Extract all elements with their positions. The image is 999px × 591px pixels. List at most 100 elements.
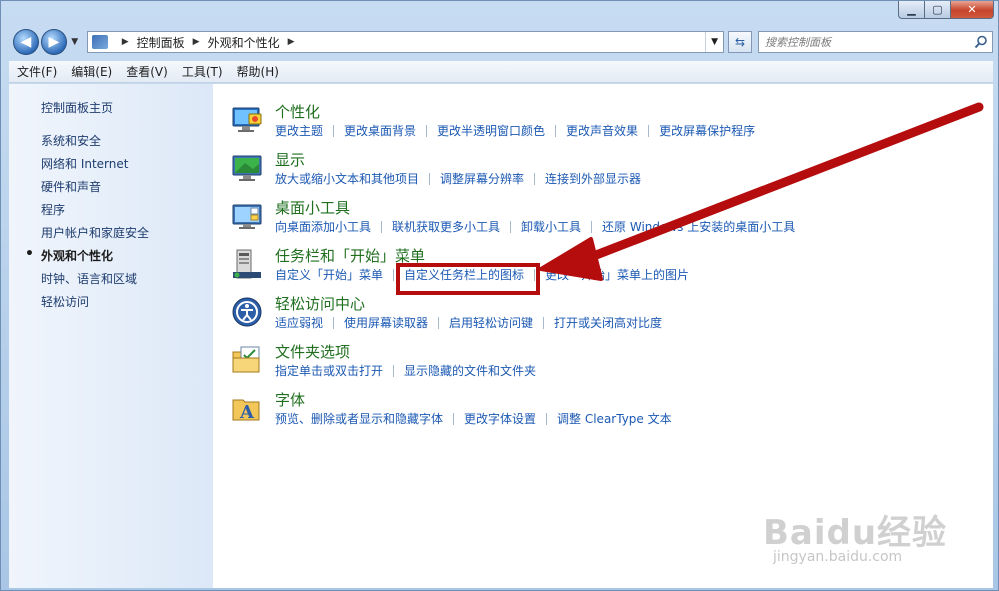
link-screen-reader[interactable]: 使用屏幕读取器 [344, 315, 428, 331]
menu-edit[interactable]: 编辑(E) [71, 63, 112, 80]
category-gadgets: 桌面小工具 向桌面添加小工具 联机获取更多小工具 卸载小工具 还原 Window… [231, 198, 971, 246]
taskbar-icon [233, 249, 261, 279]
link-access-keys[interactable]: 启用轻松访问键 [449, 315, 533, 331]
category-personalization: 个性化 更改主题 更改桌面背景 更改半透明窗口颜色 更改声音效果 更改屏幕保护程… [231, 102, 971, 150]
link-divider [438, 317, 440, 329]
link-low-vision[interactable]: 适应弱视 [275, 315, 323, 331]
category-title[interactable]: 字体 [275, 390, 971, 411]
link-change-theme[interactable]: 更改主题 [275, 123, 323, 139]
address-bar[interactable]: ▶ 控制面板 ▶ 外观和个性化 ▶ ▼ [86, 31, 725, 53]
link-start-menu-picture[interactable]: 更改「开始」菜单上的图片 [545, 267, 689, 283]
ease-of-access-icon [232, 297, 262, 327]
breadcrumb-separator-icon[interactable]: ▶ [122, 37, 129, 47]
menu-file[interactable]: 文件(F) [17, 63, 57, 80]
category-display: 显示 放大或缩小文本和其他项目 调整屏幕分辨率 连接到外部显示器 [231, 150, 971, 198]
sidebar-item-system-security[interactable]: 系统和安全 [41, 132, 149, 155]
link-divider [393, 365, 395, 377]
link-single-double-click[interactable]: 指定单击或双击打开 [275, 363, 383, 379]
display-icon [232, 155, 262, 181]
category-links: 预览、删除或者显示和隐藏字体 更改字体设置 调整 ClearType 文本 [275, 411, 971, 427]
link-divider [426, 125, 428, 137]
address-dropdown-icon[interactable]: ▼ [705, 32, 723, 52]
menu-tools[interactable]: 工具(T) [182, 63, 223, 80]
forward-button[interactable]: ▶ [40, 29, 67, 55]
link-divider [393, 269, 395, 281]
control-panel-icon [91, 35, 108, 49]
refresh-icon: ⇆ [734, 35, 746, 49]
baidu-watermark: Baidu经验 jingyan.baidu.com [763, 483, 963, 573]
sidebar-home-link[interactable]: 控制面板主页 [41, 99, 113, 116]
recent-pages-dropdown[interactable]: ▼ [69, 37, 81, 47]
link-preview-fonts[interactable]: 预览、删除或者显示和隐藏字体 [275, 411, 443, 427]
category-title[interactable]: 个性化 [275, 102, 971, 123]
navigation-bar: ◀ ▶ ▼ ▶ 控制面板 ▶ 外观和个性化 ▶ ▼ ⇆ [13, 29, 993, 55]
link-divider [543, 317, 545, 329]
link-screen-resolution[interactable]: 调整屏幕分辨率 [440, 171, 524, 187]
refresh-button[interactable]: ⇆ [728, 31, 752, 53]
sidebar-item-ease-of-access[interactable]: 轻松访问 [41, 293, 149, 316]
breadcrumb-appearance[interactable]: 外观和个性化 [208, 34, 280, 51]
watermark-url: jingyan.baidu.com [773, 549, 903, 565]
control-panel-window: ▁ ▢ ✕ ◀ ▶ ▼ ▶ 控制面板 ▶ 外观和个性化 ▶ ▼ ⇆ 搜索控制面板… [0, 0, 999, 591]
link-divider [546, 413, 548, 425]
watermark-logo: Baidu经验 [763, 513, 948, 553]
link-text-size[interactable]: 放大或缩小文本和其他项目 [275, 171, 419, 187]
close-button[interactable]: ✕ [950, 1, 994, 19]
svg-text:A: A [239, 402, 255, 423]
link-customize-start-menu[interactable]: 自定义「开始」菜单 [275, 267, 383, 283]
folder-options-icon [232, 346, 260, 373]
gadgets-icon [232, 204, 262, 229]
category-title[interactable]: 轻松访问中心 [275, 294, 971, 315]
link-restore-gadgets[interactable]: 还原 Windows 上安装的桌面小工具 [602, 219, 795, 235]
link-more-gadgets[interactable]: 联机获取更多小工具 [392, 219, 500, 235]
category-taskbar: 任务栏和「开始」菜单 自定义「开始」菜单 自定义任务栏上的图标 更改「开始」菜单… [231, 246, 971, 294]
caption-buttons: ▁ ▢ ✕ [898, 1, 994, 19]
link-divider [429, 173, 431, 185]
forward-arrow-icon: ▶ [48, 34, 60, 50]
breadcrumb-separator-icon[interactable]: ▶ [193, 37, 200, 47]
maximize-button[interactable]: ▢ [924, 1, 950, 19]
link-divider [591, 221, 593, 233]
menu-bar: 文件(F) 编辑(E) 查看(V) 工具(T) 帮助(H) [9, 61, 993, 83]
category-fonts: A 字体 预览、删除或者显示和隐藏字体 更改字体设置 调整 ClearType … [231, 390, 971, 438]
link-show-hidden-files[interactable]: 显示隐藏的文件和文件夹 [404, 363, 536, 379]
search-icon[interactable] [974, 35, 988, 49]
link-divider [333, 125, 335, 137]
sidebar-item-clock-language[interactable]: 时钟、语言和区域 [41, 270, 149, 293]
minimize-button[interactable]: ▁ [898, 1, 924, 19]
link-divider [534, 173, 536, 185]
category-links: 自定义「开始」菜单 自定义任务栏上的图标 更改「开始」菜单上的图片 [275, 267, 971, 283]
sidebar-item-hardware-sound[interactable]: 硬件和声音 [41, 178, 149, 201]
category-title[interactable]: 文件夹选项 [275, 342, 971, 363]
personalization-icon [232, 107, 262, 132]
link-font-settings[interactable]: 更改字体设置 [464, 411, 536, 427]
menu-help[interactable]: 帮助(H) [237, 63, 279, 80]
breadcrumb-control-panel[interactable]: 控制面板 [137, 34, 185, 51]
search-box[interactable] [757, 31, 993, 53]
sidebar-item-appearance[interactable]: 外观和个性化 [25, 246, 149, 270]
link-divider [381, 221, 383, 233]
menu-view[interactable]: 查看(V) [126, 63, 168, 80]
link-screen-saver[interactable]: 更改屏幕保护程序 [659, 123, 755, 139]
link-divider [333, 317, 335, 329]
link-sound-effects[interactable]: 更改声音效果 [566, 123, 638, 139]
link-window-color[interactable]: 更改半透明窗口颜色 [437, 123, 545, 139]
back-button[interactable]: ◀ [13, 29, 39, 55]
link-add-gadgets[interactable]: 向桌面添加小工具 [275, 219, 371, 235]
sidebar-item-programs[interactable]: 程序 [41, 201, 149, 224]
link-divider [510, 221, 512, 233]
sidebar-item-user-accounts[interactable]: 用户帐户和家庭安全 [41, 224, 149, 247]
link-high-contrast[interactable]: 打开或关闭高对比度 [554, 315, 662, 331]
back-arrow-icon: ◀ [20, 34, 32, 50]
search-input[interactable] [764, 35, 965, 49]
link-external-display[interactable]: 连接到外部显示器 [545, 171, 641, 187]
link-cleartype[interactable]: 调整 ClearType 文本 [557, 411, 672, 427]
category-title[interactable]: 显示 [275, 150, 971, 171]
sidebar-item-network[interactable]: 网络和 Internet [41, 155, 149, 178]
category-title[interactable]: 任务栏和「开始」菜单 [275, 246, 971, 267]
category-links: 向桌面添加小工具 联机获取更多小工具 卸载小工具 还原 Windows 上安装的… [275, 219, 971, 235]
link-uninstall-gadget[interactable]: 卸载小工具 [521, 219, 581, 235]
category-title[interactable]: 桌面小工具 [275, 198, 971, 219]
breadcrumb-separator-icon[interactable]: ▶ [288, 37, 295, 47]
link-change-background[interactable]: 更改桌面背景 [344, 123, 416, 139]
